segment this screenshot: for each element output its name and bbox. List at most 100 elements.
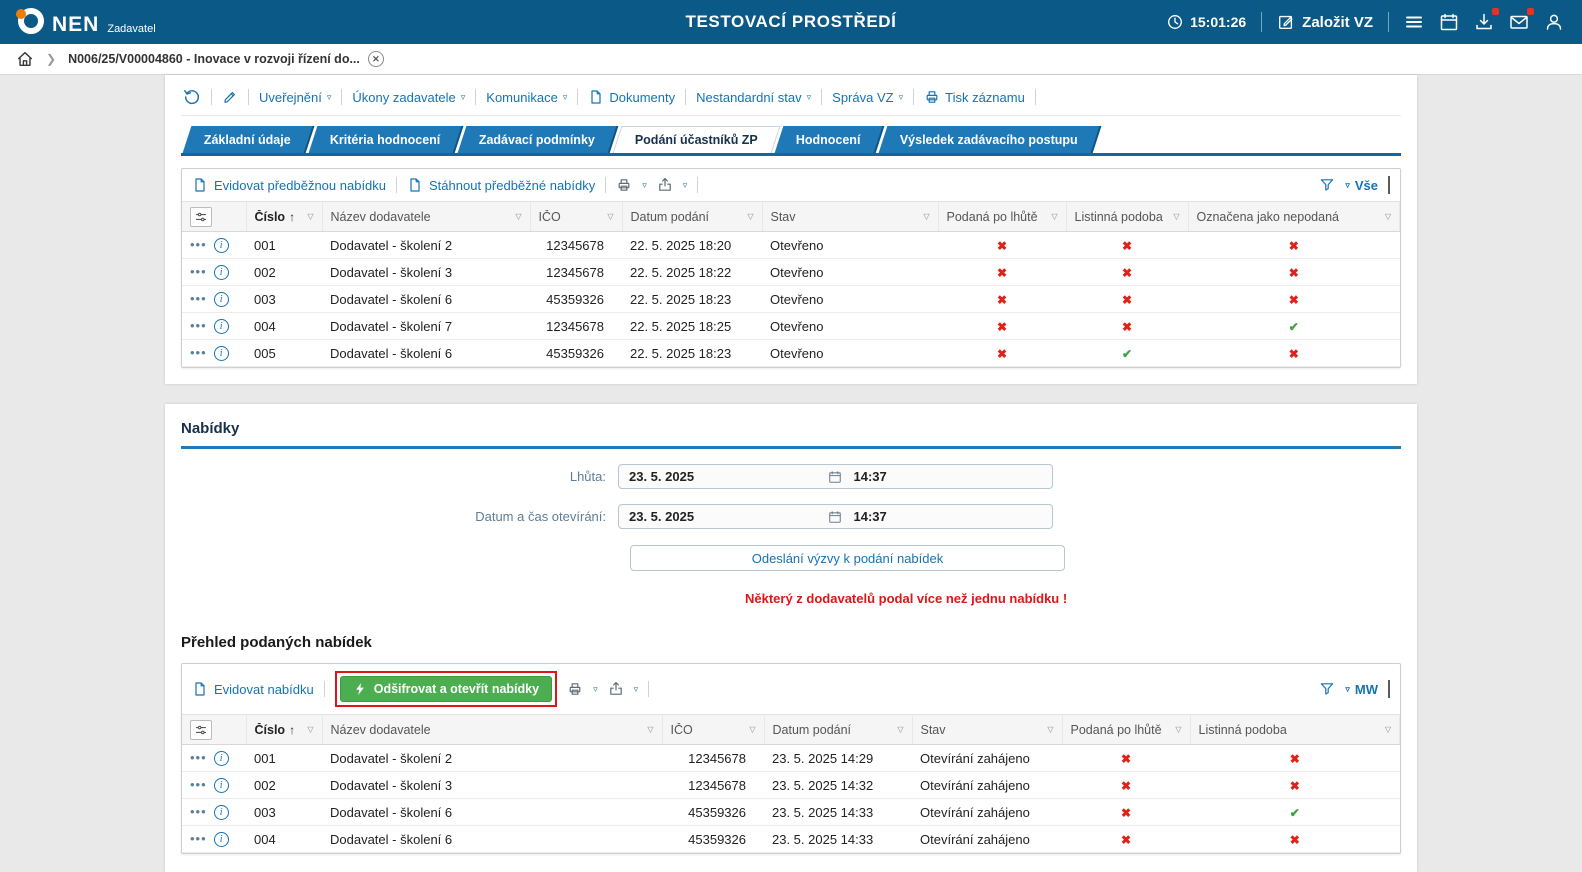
filter-chevron-icon[interactable]: ▽	[1385, 212, 1391, 221]
column-header-stav[interactable]: Stav▽	[912, 715, 1062, 745]
info-button[interactable]: i	[214, 832, 229, 847]
column-settings-button[interactable]	[190, 720, 212, 740]
info-button[interactable]: i	[214, 238, 229, 253]
otevirani-field[interactable]: 23. 5. 2025 14:37	[618, 504, 1053, 529]
table-row[interactable]: •••i 003 Dodavatel - školení 6 45359326 …	[182, 799, 1400, 826]
otevirani-date-value[interactable]: 23. 5. 2025	[619, 509, 828, 524]
column-header-ico[interactable]: IČO▽	[530, 202, 622, 232]
filter-chevron-icon[interactable]: ▽	[1047, 725, 1053, 734]
more-actions-button[interactable]: •••	[190, 834, 207, 844]
send-invitation-button[interactable]: Odeslání výzvy k podání nabídek	[630, 545, 1065, 571]
table-row[interactable]: •••i 004 Dodavatel - školení 6 45359326 …	[182, 826, 1400, 853]
menu-komunikace[interactable]: Komunikace▿	[486, 90, 567, 105]
otevirani-time-value[interactable]: 14:37	[842, 509, 1053, 524]
more-actions-button[interactable]: •••	[190, 321, 207, 331]
column-header-nazev[interactable]: Název dodavatele▽	[322, 202, 530, 232]
more-actions-button[interactable]: •••	[190, 780, 207, 790]
chevron-down-icon[interactable]: ▿	[593, 684, 598, 695]
more-actions-button[interactable]: •••	[190, 348, 207, 358]
filter-chevron-icon[interactable]: ▽	[1385, 725, 1391, 734]
create-vz-button[interactable]: Založit VZ	[1277, 13, 1373, 31]
more-actions-button[interactable]: •••	[190, 240, 207, 250]
more-actions-button[interactable]: •••	[190, 753, 207, 763]
info-button[interactable]: i	[214, 292, 229, 307]
evidovat-predbeznou-nabidku-link[interactable]: Evidovat předběžnou nabídku	[192, 177, 386, 193]
column-header-stav[interactable]: Stav▽	[762, 202, 938, 232]
column-header-datum[interactable]: Datum podání▽	[764, 715, 912, 745]
breadcrumb-item[interactable]: N006/25/V00004860 - Inovace v rozvoji ří…	[68, 51, 384, 67]
menu-tisk-zaznamu[interactable]: Tisk záznamu	[924, 89, 1025, 105]
filter-chevron-icon[interactable]: ▽	[749, 725, 755, 734]
lhuta-time-value[interactable]: 14:37	[842, 469, 1053, 484]
tab-hodnoceni[interactable]: Hodnocení	[775, 126, 884, 153]
filter-button[interactable]	[1319, 681, 1335, 697]
column-header-cislo[interactable]: Číslo↑▽	[246, 715, 322, 745]
history-button[interactable]	[183, 88, 201, 106]
table-row[interactable]: •••i 005 Dodavatel - školení 6 45359326 …	[182, 340, 1400, 367]
nen-logo[interactable]: NEN Zadavatel	[18, 8, 156, 36]
info-button[interactable]: i	[214, 751, 229, 766]
table-row[interactable]: •••i 003 Dodavatel - školení 6 45359326 …	[182, 286, 1400, 313]
menu-sprava-vz[interactable]: Správa VZ▿	[832, 90, 903, 105]
more-actions-button[interactable]: •••	[190, 267, 207, 277]
table-row[interactable]: •••i 004 Dodavatel - školení 7 12345678 …	[182, 313, 1400, 340]
view-filter-select[interactable]: ▿Vše	[1345, 178, 1378, 193]
main-menu-button[interactable]	[1404, 12, 1424, 32]
lhuta-field[interactable]: 23. 5. 2025 14:37	[618, 464, 1053, 489]
menu-ukony-zadavatele[interactable]: Úkony zadavatele▿	[352, 90, 465, 105]
info-button[interactable]: i	[214, 265, 229, 280]
filter-chevron-icon[interactable]: ▽	[897, 725, 903, 734]
view-filter-select[interactable]: ▿MW	[1345, 682, 1378, 697]
column-header-listinna-podoba[interactable]: Listinná podoba▽	[1190, 715, 1400, 745]
filter-chevron-icon[interactable]: ▽	[647, 725, 653, 734]
more-actions-button[interactable]: •••	[190, 807, 207, 817]
sort-asc-icon[interactable]: ↑	[289, 723, 295, 737]
column-settings-button[interactable]	[190, 207, 212, 227]
menu-uverejneni[interactable]: Uveřejnění▿	[259, 90, 331, 105]
table-row[interactable]: •••i 001 Dodavatel - školení 2 12345678 …	[182, 232, 1400, 259]
info-button[interactable]: i	[214, 319, 229, 334]
print-button[interactable]	[616, 177, 632, 193]
export-button[interactable]	[608, 681, 624, 697]
tab-zakladni-udaje[interactable]: Základní údaje	[183, 126, 315, 153]
calendar-icon[interactable]	[828, 470, 842, 484]
tab-vysledek-zadavaciho-postupu[interactable]: Výsledek zadávacího postupu	[878, 126, 1101, 153]
column-header-ico[interactable]: IČO▽	[662, 715, 764, 745]
profile-button[interactable]	[1544, 12, 1564, 32]
chevron-down-icon[interactable]: ▿	[634, 684, 639, 695]
filter-chevron-icon[interactable]: ▽	[923, 212, 929, 221]
home-button[interactable]	[16, 50, 34, 68]
menu-dokumenty[interactable]: Dokumenty	[588, 89, 675, 105]
column-header-cislo[interactable]: Číslo↑▽	[246, 202, 322, 232]
messages-button[interactable]	[1509, 12, 1529, 32]
filter-chevron-icon[interactable]: ▽	[1173, 212, 1179, 221]
tab-zadavaci-podminky[interactable]: Zadávací podmínky	[458, 126, 619, 153]
column-header-listinna-podoba[interactable]: Listinná podoba▽	[1066, 202, 1188, 232]
chevron-down-icon[interactable]: ▿	[683, 180, 688, 191]
calendar-button[interactable]	[1439, 12, 1459, 32]
info-button[interactable]: i	[214, 778, 229, 793]
lhuta-date-value[interactable]: 23. 5. 2025	[619, 469, 828, 484]
column-header-oznacena-nepodana[interactable]: Označena jako nepodaná▽	[1188, 202, 1400, 232]
menu-nestandardni-stav[interactable]: Nestandardní stav▿	[696, 90, 811, 105]
downloads-button[interactable]	[1474, 12, 1494, 32]
column-header-podana-po-lhute[interactable]: Podaná po lhůtě▽	[938, 202, 1066, 232]
info-button[interactable]: i	[214, 805, 229, 820]
tab-kriteria-hodnoceni[interactable]: Kritéria hodnocení	[308, 126, 463, 153]
decrypt-open-button[interactable]: Odšifrovat a otevřít nabídky	[340, 676, 552, 702]
info-button[interactable]: i	[214, 346, 229, 361]
more-actions-button[interactable]: •••	[190, 294, 207, 304]
table-row[interactable]: •••i 002 Dodavatel - školení 3 12345678 …	[182, 259, 1400, 286]
column-header-nazev[interactable]: Název dodavatele▽	[322, 715, 662, 745]
tab-podani-ucastniku-zp[interactable]: Podání účastníků ZP	[613, 126, 781, 153]
chevron-down-icon[interactable]: ▿	[642, 180, 647, 191]
column-header-datum[interactable]: Datum podání▽	[622, 202, 762, 232]
stahnout-predbezne-nabidky-link[interactable]: Stáhnout předběžné nabídky	[407, 177, 595, 193]
column-header-podana-po-lhute[interactable]: Podaná po lhůtě▽	[1062, 715, 1190, 745]
filter-chevron-icon[interactable]: ▽	[1051, 212, 1057, 221]
close-record-button[interactable]: ✕	[368, 51, 384, 67]
print-button[interactable]	[567, 681, 583, 697]
filter-chevron-icon[interactable]: ▽	[515, 212, 521, 221]
filter-chevron-icon[interactable]: ▽	[307, 725, 313, 734]
edit-record-button[interactable]	[222, 89, 238, 105]
